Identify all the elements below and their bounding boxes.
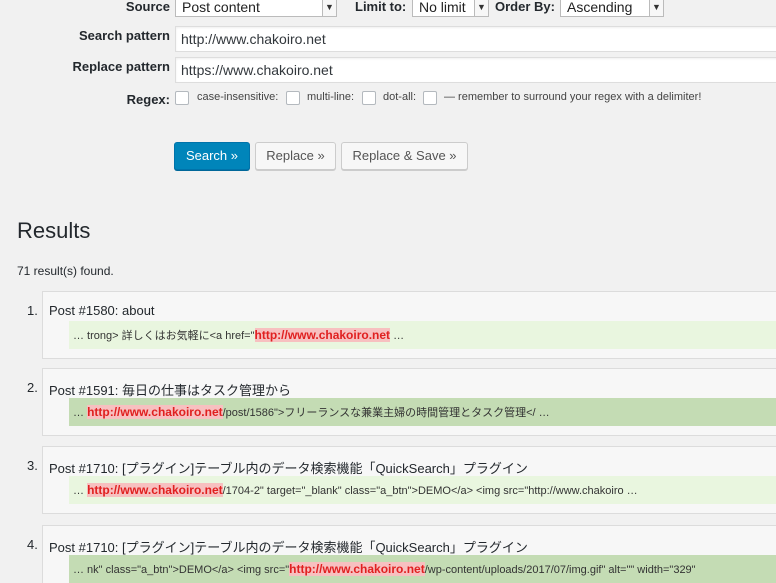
order-label: Order By: xyxy=(495,0,555,14)
replace-pattern-label: Replace pattern xyxy=(72,59,170,74)
snippet-after: … xyxy=(390,330,405,342)
results-count: 71 result(s) found. xyxy=(17,264,114,278)
chevron-down-icon: ▼ xyxy=(474,0,488,16)
result-title: Post #1710: [プラグイン]テーブル内のデータ検索機能「QuickSe… xyxy=(49,540,528,555)
snippet-match: http://www.chakoiro.net xyxy=(87,405,223,419)
dot-all-label: dot-all: xyxy=(383,91,417,103)
snippet-before: … trong> 詳しくはお気軽に<a href=" xyxy=(73,330,255,342)
case-insensitive-checkbox[interactable] xyxy=(175,91,189,105)
results-heading: Results xyxy=(17,218,91,243)
source-select-value: Post content xyxy=(182,0,260,15)
replace-and-save-button[interactable]: Replace & Save » xyxy=(341,142,468,170)
snippet-after: /post/1586">フリーランスな兼業主婦の時間管理とタスク管理</ … xyxy=(222,407,550,419)
snippet-before: … xyxy=(73,407,88,419)
limit-select-value: No limit xyxy=(419,0,466,15)
dot-all-checkbox[interactable] xyxy=(362,91,376,105)
result-title: Post #1580: about xyxy=(49,303,155,318)
limit-select[interactable]: No limit ▼ xyxy=(412,0,489,17)
case-insensitive-label: case-insensitive: xyxy=(197,91,279,103)
order-select[interactable]: Ascending ▼ xyxy=(560,0,664,17)
result-snippet: … http://www.chakoiro.net/post/1586">フリー… xyxy=(69,398,776,426)
result-snippet: … http://www.chakoiro.net/1704-2" target… xyxy=(69,476,776,504)
result-number: 2. xyxy=(27,380,38,395)
order-select-value: Ascending xyxy=(567,0,633,15)
search-replace-page: Source Post content ▼ Limit to: No limit… xyxy=(0,0,776,583)
result-number: 4. xyxy=(27,537,38,552)
regex-label: Regex: xyxy=(126,92,170,107)
result-snippet: … nk" class="a_btn">DEMO</a> <img src="h… xyxy=(69,555,776,583)
chevron-down-icon: ▼ xyxy=(649,0,663,16)
regex-note: — remember to surround your regex with a… xyxy=(444,91,702,103)
search-pattern-label: Search pattern xyxy=(78,28,170,43)
regex-checkbox[interactable] xyxy=(423,91,437,105)
replace-button[interactable]: Replace » xyxy=(255,142,336,170)
search-button[interactable]: Search » xyxy=(174,142,250,170)
source-label: Source xyxy=(125,0,170,14)
chevron-down-icon: ▼ xyxy=(322,0,336,16)
result-snippet: … trong> 詳しくはお気軽に<a href="http://www.cha… xyxy=(69,321,776,349)
result-title: Post #1591: 毎日の仕事はタスク管理から xyxy=(49,383,291,398)
snippet-match: http://www.chakoiro.net xyxy=(87,483,223,497)
multi-line-checkbox[interactable] xyxy=(286,91,300,105)
snippet-match: http://www.chakoiro.net xyxy=(254,328,391,342)
snippet-after: /wp-content/uploads/2017/07/img.gif" alt… xyxy=(424,564,696,576)
snippet-before: … nk" class="a_btn">DEMO</a> <img src=" xyxy=(73,564,290,576)
limit-label: Limit to: xyxy=(355,0,407,14)
source-select[interactable]: Post content ▼ xyxy=(175,0,337,17)
snippet-before: … xyxy=(73,485,88,497)
replace-pattern-input[interactable]: https://www.chakoiro.net xyxy=(175,57,776,83)
result-number: 3. xyxy=(27,458,38,473)
search-pattern-input[interactable]: http://www.chakoiro.net xyxy=(175,26,776,52)
snippet-match: http://www.chakoiro.net xyxy=(289,562,425,576)
multi-line-label: multi-line: xyxy=(307,91,355,103)
result-number: 1. xyxy=(27,303,38,318)
result-title: Post #1710: [プラグイン]テーブル内のデータ検索機能「QuickSe… xyxy=(49,461,528,476)
snippet-after: /1704-2" target="_blank" class="a_btn">D… xyxy=(222,485,638,497)
